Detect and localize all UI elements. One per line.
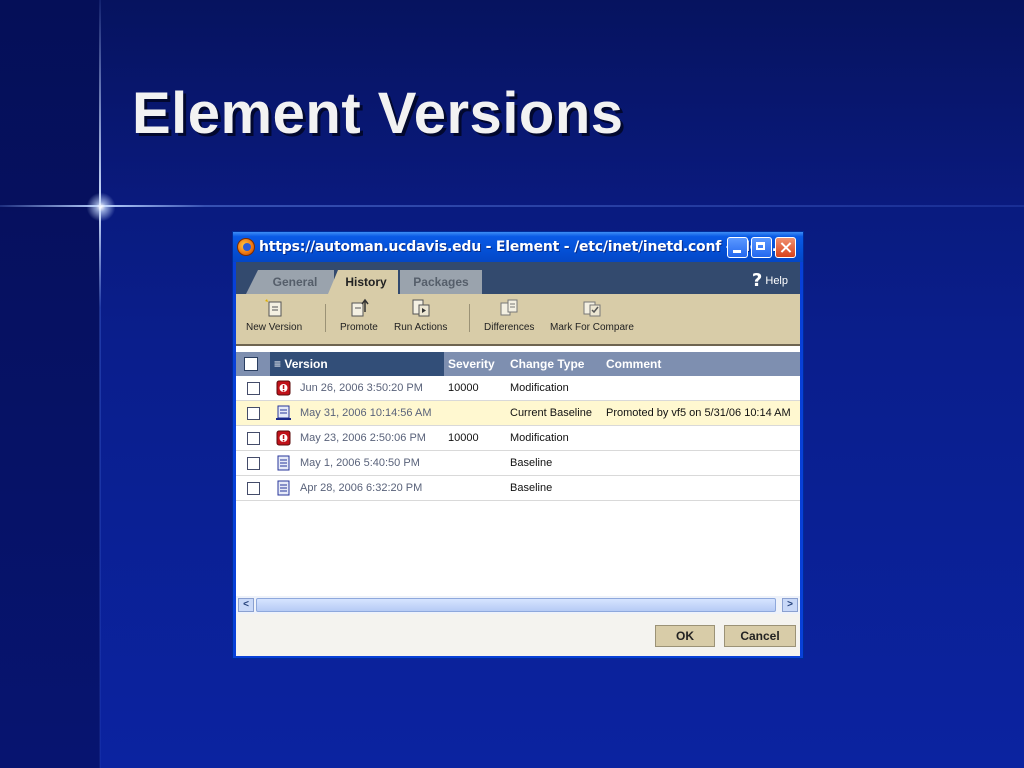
column-version[interactable]: ≡ Version xyxy=(270,352,444,376)
comment-cell: Promoted by vf5 on 5/31/06 10:14 AM xyxy=(606,407,791,419)
browser-window: https://automan.ucdavis.edu - Element - … xyxy=(232,231,804,659)
help-link[interactable]: ? Help xyxy=(752,270,788,291)
mark-for-compare-button[interactable]: Mark For Compare xyxy=(550,296,634,333)
severity-cell: 10000 xyxy=(448,382,479,394)
change-type-cell: Current Baseline xyxy=(510,407,592,419)
background-left-strip xyxy=(0,0,100,768)
toolbar-separator xyxy=(469,304,470,332)
table-row[interactable]: Apr 28, 2006 6:32:20 PM Baseline xyxy=(236,476,800,501)
version-cell[interactable]: May 1, 2006 5:40:50 PM xyxy=(300,457,420,469)
cancel-button[interactable]: Cancel xyxy=(724,625,796,647)
new-version-label: New Version xyxy=(246,322,303,333)
window-titlebar[interactable]: https://automan.ucdavis.edu - Element - … xyxy=(233,232,803,262)
version-cell[interactable]: May 23, 2006 2:50:06 PM xyxy=(300,432,426,444)
select-all-checkbox[interactable] xyxy=(244,357,258,371)
scrollbar-thumb[interactable] xyxy=(256,598,776,612)
ok-button[interactable]: OK xyxy=(655,625,715,647)
row-checkbox[interactable] xyxy=(247,432,260,445)
row-checkbox[interactable] xyxy=(247,382,260,395)
mark-for-compare-icon xyxy=(583,301,601,317)
scroll-left-icon[interactable]: < xyxy=(238,598,254,612)
sparkle-icon xyxy=(84,190,118,224)
maximize-button[interactable] xyxy=(751,237,772,258)
close-button[interactable] xyxy=(775,237,796,258)
differences-button[interactable]: Differences xyxy=(484,296,534,333)
row-checkbox[interactable] xyxy=(247,482,260,495)
change-type-cell: Modification xyxy=(510,382,569,394)
dialog-footer: OK Cancel xyxy=(236,614,800,656)
horizontal-scrollbar[interactable]: < > xyxy=(236,596,800,614)
row-checkbox[interactable] xyxy=(247,457,260,470)
toolbar-separator xyxy=(325,304,326,332)
window-title: https://automan.ucdavis.edu - Element - … xyxy=(259,239,788,255)
column-comment[interactable]: Comment xyxy=(606,352,661,376)
version-cell[interactable]: May 31, 2006 10:14:56 AM xyxy=(300,407,431,419)
minimize-button[interactable] xyxy=(727,237,748,258)
promote-button[interactable]: Promote xyxy=(340,296,378,333)
differences-label: Differences xyxy=(484,322,535,333)
table-header: ≡ Version Severity Change Type Comment xyxy=(236,352,800,376)
sort-icon: ≡ xyxy=(274,357,282,371)
tab-packages[interactable]: Packages xyxy=(400,270,482,294)
table-row[interactable]: Jun 26, 2006 3:50:20 PM 10000 Modificati… xyxy=(236,376,800,401)
baseline-doc-icon xyxy=(276,405,291,420)
change-type-cell: Baseline xyxy=(510,457,553,469)
table-row[interactable]: May 31, 2006 10:14:56 AM Current Baselin… xyxy=(236,401,800,426)
table-row[interactable]: May 1, 2006 5:40:50 PM Baseline xyxy=(236,451,800,476)
version-cell[interactable]: Jun 26, 2006 3:50:20 PM xyxy=(300,382,423,394)
decorative-vertical-line xyxy=(99,0,101,768)
help-label: Help xyxy=(765,275,788,287)
run-actions-label: Run Actions xyxy=(394,322,448,333)
change-type-cell: Modification xyxy=(510,432,569,444)
baseline-doc-icon xyxy=(277,455,290,471)
column-severity[interactable]: Severity xyxy=(448,352,495,376)
decorative-horizontal-line xyxy=(0,205,1024,207)
table-row[interactable]: May 23, 2006 2:50:06 PM 10000 Modificati… xyxy=(236,426,800,451)
baseline-doc-icon xyxy=(277,480,290,496)
new-version-icon xyxy=(265,299,282,317)
modified-doc-icon xyxy=(276,380,291,396)
column-version-label: Version xyxy=(284,357,328,371)
promote-icon xyxy=(351,298,369,317)
tab-history[interactable]: History xyxy=(328,270,398,294)
run-actions-button[interactable]: Run Actions xyxy=(394,296,447,333)
modified-doc-icon xyxy=(276,430,291,446)
mark-for-compare-label: Mark For Compare xyxy=(550,322,634,333)
firefox-icon xyxy=(237,238,255,256)
versions-table: ≡ Version Severity Change Type Comment J… xyxy=(236,346,800,596)
promote-label: Promote xyxy=(340,322,378,333)
tab-bar: General History Packages ? Help xyxy=(236,262,800,294)
change-type-cell: Baseline xyxy=(510,482,553,494)
tab-general[interactable]: General xyxy=(246,270,334,294)
new-version-button[interactable]: New Version xyxy=(246,296,302,333)
run-actions-icon xyxy=(412,299,430,317)
column-change-type[interactable]: Change Type xyxy=(510,352,584,376)
scroll-right-icon[interactable]: > xyxy=(782,598,798,612)
severity-cell: 10000 xyxy=(448,432,479,444)
help-icon: ? xyxy=(751,270,763,291)
slide-title: Element Versions xyxy=(132,81,624,146)
row-checkbox[interactable] xyxy=(247,407,260,420)
differences-icon xyxy=(500,299,518,316)
toolbar: New Version Promote Run Actions Differen… xyxy=(236,294,800,346)
version-cell[interactable]: Apr 28, 2006 6:32:20 PM xyxy=(300,482,422,494)
